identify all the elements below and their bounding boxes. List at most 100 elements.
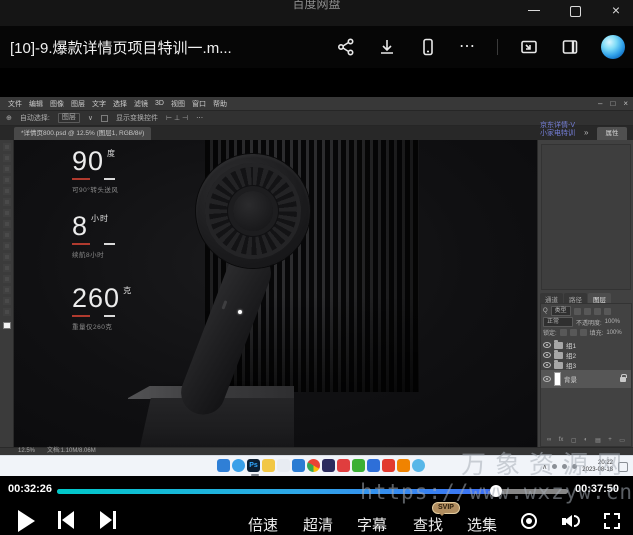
store-icon[interactable] bbox=[277, 459, 290, 472]
fullscreen-icon[interactable] bbox=[604, 513, 620, 529]
tray-ime-icon[interactable] bbox=[572, 464, 577, 469]
app-dark-icon[interactable] bbox=[322, 459, 335, 472]
search-icon[interactable] bbox=[232, 459, 245, 472]
ps-menu-window[interactable]: 窗口 bbox=[192, 99, 206, 109]
more-icon[interactable]: ⋯ bbox=[459, 42, 476, 52]
ps-toolbar[interactable] bbox=[0, 140, 14, 447]
blend-mode-row: 正常 不透明度: 100% bbox=[543, 317, 629, 327]
lock-pixels-icon[interactable] bbox=[570, 329, 577, 336]
app-orange-icon[interactable] bbox=[397, 459, 410, 472]
layer-row-group2[interactable]: 组2 bbox=[543, 350, 629, 360]
show-transform-checkbox[interactable] bbox=[101, 115, 108, 122]
minimize-button[interactable] bbox=[527, 4, 541, 18]
fill-value[interactable]: 100% bbox=[606, 330, 621, 336]
filter-pixel-icon[interactable] bbox=[574, 308, 581, 315]
start-button-icon[interactable] bbox=[217, 459, 230, 472]
ps-menu-file[interactable]: 文件 bbox=[8, 99, 22, 109]
app-blue-icon[interactable] bbox=[367, 459, 380, 472]
layer-mask-icon[interactable]: ▢ bbox=[571, 437, 577, 444]
auto-select-target-dropdown[interactable]: 图层 bbox=[58, 113, 80, 123]
browser-icon[interactable] bbox=[412, 459, 425, 472]
panel-collapse-icon[interactable]: » bbox=[584, 128, 588, 137]
filter-type-dropdown[interactable]: 类型 bbox=[551, 306, 571, 316]
download-icon[interactable] bbox=[377, 37, 397, 57]
layer-row-background[interactable]: 背景 bbox=[541, 370, 631, 388]
ps-tab-bar: *详情页800.psd @ 12.5% (图层1, RGB/8#) bbox=[0, 126, 633, 140]
link-layers-icon[interactable]: ∞ bbox=[547, 437, 551, 444]
assistant-sphere-icon[interactable] bbox=[601, 35, 625, 59]
qq-icon[interactable] bbox=[337, 459, 350, 472]
ps-menu-help[interactable]: 帮助 bbox=[213, 99, 227, 109]
cast-screen-icon[interactable] bbox=[519, 37, 539, 57]
foreground-color-swatch[interactable] bbox=[3, 322, 11, 329]
properties-panel-tab[interactable]: 属性 bbox=[597, 127, 627, 140]
adjustment-layer-icon[interactable]: ◐ bbox=[584, 437, 588, 444]
chrome-icon[interactable] bbox=[307, 459, 320, 472]
layer-effects-icon[interactable]: fx bbox=[559, 437, 564, 444]
lock-transparent-icon[interactable] bbox=[560, 329, 567, 336]
ps-minimize-icon[interactable]: – bbox=[598, 99, 602, 108]
delete-layer-icon[interactable]: ▭ bbox=[619, 437, 625, 444]
layers-footer-icons: ∞ fx ▢ ◐ ▤ + ▭ bbox=[543, 437, 629, 444]
episodes-button[interactable]: 选集 bbox=[467, 514, 497, 535]
phone-icon[interactable] bbox=[418, 37, 438, 57]
ps-status-bar: 12.5% 文档:1.10M/8.06M bbox=[0, 447, 633, 455]
blend-mode-dropdown[interactable]: 正常 bbox=[543, 317, 573, 327]
align-icons[interactable]: ⊢ ⊥ ⊣ bbox=[166, 114, 188, 122]
progress-bar[interactable] bbox=[57, 489, 568, 494]
visibility-eye-icon[interactable] bbox=[543, 362, 551, 368]
file-explorer-icon[interactable] bbox=[262, 459, 275, 472]
search-icon[interactable]: Q bbox=[543, 308, 548, 314]
speed-button[interactable]: 倍速 bbox=[248, 514, 278, 535]
ps-menu-edit[interactable]: 编辑 bbox=[29, 99, 43, 109]
notification-center-icon[interactable] bbox=[618, 462, 628, 472]
previous-button[interactable] bbox=[58, 511, 74, 529]
feature-rotation: 90度 可90°转头送风 bbox=[72, 148, 118, 194]
visibility-eye-icon[interactable] bbox=[543, 342, 551, 348]
layer-row-group3[interactable]: 组3 bbox=[543, 360, 629, 370]
filter-shape-icon[interactable] bbox=[604, 308, 611, 315]
ps-document-tab[interactable]: *详情页800.psd @ 12.5% (图层1, RGB/8#) bbox=[14, 127, 151, 140]
ps-menubar: 文件 编辑 图像 图层 文字 选择 滤镜 3D 视图 窗口 帮助 – □ × bbox=[0, 97, 633, 110]
lock-position-icon[interactable] bbox=[580, 329, 587, 336]
ps-menu-layer[interactable]: 图层 bbox=[71, 99, 85, 109]
tray-volume-icon[interactable] bbox=[562, 464, 567, 469]
filter-text-icon[interactable] bbox=[594, 308, 601, 315]
wechat-icon[interactable] bbox=[352, 459, 365, 472]
new-layer-icon[interactable]: + bbox=[608, 437, 612, 444]
screen-record-icon[interactable] bbox=[521, 513, 537, 529]
new-group-icon[interactable]: ▤ bbox=[595, 437, 601, 444]
ps-menu-type[interactable]: 文字 bbox=[92, 99, 106, 109]
ps-close-icon[interactable]: × bbox=[623, 99, 628, 108]
subtitle-button[interactable]: 字幕 bbox=[357, 514, 387, 535]
mail-icon[interactable] bbox=[292, 459, 305, 472]
taskbar-clock[interactable]: 20:22 2023-08-18 bbox=[582, 460, 613, 474]
dock-side-icon[interactable] bbox=[560, 37, 580, 57]
visibility-eye-icon[interactable] bbox=[543, 352, 551, 358]
layer-row-group1[interactable]: 组1 bbox=[543, 340, 629, 350]
next-button[interactable] bbox=[100, 511, 116, 529]
options-more-icon[interactable]: ⋯ bbox=[196, 114, 203, 122]
ps-menu-select[interactable]: 选择 bbox=[113, 99, 127, 109]
volume-icon[interactable] bbox=[562, 513, 582, 529]
app-red-icon[interactable] bbox=[382, 459, 395, 472]
progress-knob[interactable] bbox=[490, 485, 502, 497]
opacity-value[interactable]: 100% bbox=[605, 319, 620, 325]
find-button[interactable]: 查找 bbox=[413, 514, 443, 535]
ps-menu-filter[interactable]: 滤镜 bbox=[134, 99, 148, 109]
tray-chevron-icon[interactable]: ∧ bbox=[542, 463, 547, 471]
ps-menu-3d[interactable]: 3D bbox=[155, 100, 164, 107]
play-button[interactable] bbox=[18, 510, 35, 532]
tray-network-icon[interactable] bbox=[552, 464, 557, 469]
maximize-button[interactable] bbox=[568, 4, 582, 18]
visibility-eye-icon[interactable] bbox=[543, 376, 551, 382]
ps-restore-icon[interactable]: □ bbox=[610, 99, 615, 108]
close-button[interactable]: × bbox=[609, 4, 623, 18]
zoom-level[interactable]: 12.5% bbox=[18, 448, 35, 455]
photoshop-taskbar-icon[interactable]: Ps bbox=[247, 459, 260, 472]
share-icon[interactable] bbox=[336, 37, 356, 57]
ps-menu-view[interactable]: 视图 bbox=[171, 99, 185, 109]
filter-adjust-icon[interactable] bbox=[584, 308, 591, 315]
ps-menu-image[interactable]: 图像 bbox=[50, 99, 64, 109]
quality-button[interactable]: 超清 bbox=[303, 514, 333, 535]
